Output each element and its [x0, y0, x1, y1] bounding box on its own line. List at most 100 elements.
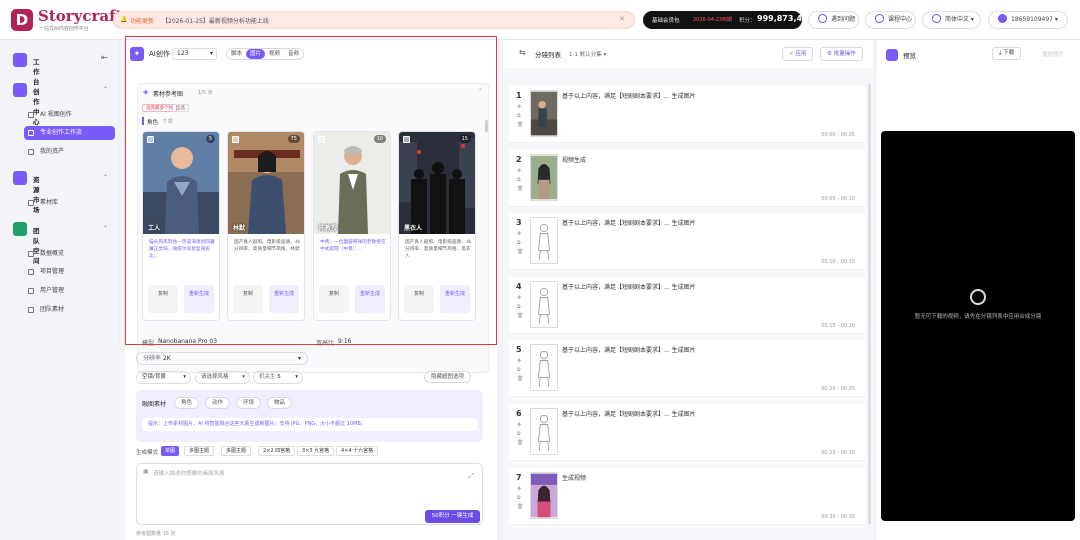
list-icon: ⇆ — [519, 48, 526, 57]
shot-time: 00:10 - 00:15 — [821, 259, 855, 265]
chevron-up-icon[interactable]: ⌃ — [103, 174, 108, 181]
brand-name: Storycraft — [38, 7, 123, 25]
resolution-select[interactable]: 分辨率 2K ▾ — [136, 352, 308, 365]
hide-options-button[interactable]: 隐藏超图选项 — [424, 371, 472, 383]
episode-select[interactable]: 1-1 默认分集 ▾ — [569, 50, 606, 58]
plan-expiry: 2026-04-23到期 — [693, 17, 733, 23]
mode-4x4[interactable]: 4×4 十六宫格 — [336, 446, 379, 456]
sidebar-item-project-mgmt[interactable]: 项目管理 — [24, 265, 115, 279]
points-label: 积分： — [739, 18, 756, 24]
shot-text: 基于以上内容，满足【短剧剧本要求】... 生成图片 — [562, 347, 696, 354]
chevron-up-icon[interactable]: ⌃ — [103, 86, 108, 93]
top-bar: D Storycraft 一站式AI内容创作平台 🔔 功能更新 【2026-01… — [0, 0, 1080, 40]
user-icon — [28, 288, 34, 294]
fusion-tag-object[interactable]: 物品 — [267, 397, 293, 409]
shot-time: 00:05 - 00:10 — [821, 196, 855, 202]
row-controls[interactable]: ✥ ⧉ 🗑 — [517, 357, 523, 384]
prompt-box[interactable]: ▣ 请输入描述你想要的画面风格 ⤢ 50积分 一键生成 — [136, 463, 483, 525]
style-select[interactable]: 请选择风格 ▾ — [195, 371, 250, 384]
fusion-label: 融图素材 — [142, 401, 167, 408]
apply-button[interactable]: ✓ 应用 — [782, 47, 814, 61]
row-controls[interactable]: ✥ ⧉ 🗑 — [517, 230, 523, 257]
row-controls[interactable]: ✥ ⧉ 🗑 — [517, 421, 523, 448]
fusion-tag-env[interactable]: 环境 — [236, 397, 262, 409]
plan-badge[interactable]: 基础会员包 2026-04-23到期 积分： 999,873,443 — [643, 11, 813, 29]
prompt-placeholder: 请输入描述你想要的画面风格 — [153, 471, 225, 477]
scrollbar[interactable] — [868, 84, 871, 524]
help-button[interactable]: 遇到问题 — [808, 11, 859, 29]
mode-2x2[interactable]: 2×2 四宫格 — [258, 446, 296, 456]
collapse-icon[interactable]: ⇤ — [101, 53, 108, 62]
mode-multi-2[interactable]: 多图主题 — [221, 446, 252, 456]
storyboard-row[interactable]: 4 ✥ ⧉ 🗑 基于以上内容，满足【短剧剧本要求】... 生成图片 00:15 - … — [509, 277, 865, 334]
chevron-up-icon[interactable]: ⌃ — [103, 225, 108, 232]
flow-icon — [28, 130, 34, 136]
sidebar-item-ai-creation[interactable]: AI 视图创作 — [24, 108, 115, 122]
shot-text: 基于以上内容，满足【短剧剧本要求】... 生成图片 — [562, 220, 696, 227]
storyboard-row[interactable]: 7 ✥ ⧉ 🗑 生成视频 00:30 - 00:35 — [509, 468, 865, 525]
shot-time: 00:00 - 00:05 — [821, 132, 855, 138]
sidebar-item-data-overview[interactable]: 数据概览 — [24, 247, 115, 261]
expand-icon[interactable]: ⤢ — [468, 472, 474, 481]
bell-icon: 🔔 — [120, 16, 128, 23]
model-value[interactable]: Nanobanana Pro 03 — [158, 338, 217, 345]
row-controls[interactable]: ✥ ⧉ 🗑 — [517, 294, 523, 321]
ref-note: 参考图数量 16 张 — [136, 531, 176, 537]
video-off-icon — [970, 289, 986, 305]
batch-button[interactable]: ⚙ 批量操作 — [820, 47, 863, 61]
course-button[interactable]: 课程中心 — [865, 11, 916, 29]
video-player[interactable]: 暂无可下载的视频，请先在分镜列表中应用合成分镜 — [881, 131, 1075, 521]
download-button[interactable]: ⤓ 下载 — [992, 47, 1022, 60]
pose-select[interactable]: 机关生 5 ▾ — [253, 371, 303, 384]
sidebar-item-user-mgmt[interactable]: 用户管理 — [24, 284, 115, 298]
logo[interactable]: D — [11, 9, 33, 31]
sidebar-item-material-lib[interactable]: 素材库 — [24, 196, 115, 210]
preview-empty-text: 暂无可下载的视频，请先在分镜列表中应用合成分镜 — [914, 314, 1042, 320]
preview-title: 预览 — [903, 52, 916, 60]
mode-multi-1[interactable]: 多图主题 — [184, 446, 215, 456]
avatar — [998, 14, 1007, 23]
user-menu[interactable]: 18659109497 ▾ — [988, 11, 1068, 29]
row-controls[interactable]: ✥ ⧉ 🗑 — [517, 485, 523, 512]
market-icon — [13, 171, 27, 185]
fusion-tag-action[interactable]: 动作 — [205, 397, 231, 409]
image-icon — [28, 112, 34, 118]
sidebar-item-my-assets[interactable]: 我的资产 — [24, 145, 115, 159]
image-add-icon[interactable]: ▣ — [143, 468, 149, 475]
shot-thumbnail — [530, 154, 558, 201]
sidebar-item-pro-flow[interactable]: 专业创作工作流 — [24, 126, 115, 140]
shot-thumbnail — [530, 344, 558, 391]
brand-subtitle: 一站式AI内容创作平台 — [39, 26, 89, 32]
scene-select[interactable]: 空镜/背景 ▾ — [136, 371, 191, 384]
mode-single[interactable]: 单图 — [161, 446, 180, 456]
shot-thumbnail — [530, 472, 558, 519]
mode-3x3[interactable]: 3×3 九宫格 — [297, 446, 335, 456]
notice-text[interactable]: 【2026-01-25】最新视频分析功能上线 — [162, 16, 269, 25]
row-controls[interactable]: ✥ ⧉ 🗑 — [517, 103, 523, 130]
generate-button[interactable]: 50积分 一键生成 — [425, 510, 480, 523]
storyboard-row[interactable]: 1 ✥ ⧉ 🗑 基于以上内容，满足【短剧剧本要求】... 生成图片 00:00 - … — [509, 86, 865, 143]
book-icon — [875, 14, 884, 23]
shot-text: 视频生成 — [562, 157, 587, 164]
storyboard-row[interactable]: 2 ✥ ⧉ 🗑 视频生成 00:05 - 00:10 — [509, 150, 865, 207]
chart-icon — [28, 251, 34, 257]
ratio-value[interactable]: 9:16 — [338, 338, 351, 345]
language-select[interactable]: 简体中文 ▾ — [922, 11, 981, 29]
row-controls[interactable]: ✥ ⧉ 🗑 — [517, 167, 523, 194]
notice-banner[interactable]: 🔔 功能更新 【2026-01-25】最新视频分析功能上线 ✕ — [113, 11, 635, 29]
tip-text: 提示：上传素材图片，AI 将智能融合这些元素生成新图片。支持 JPG、PNG，大… — [142, 418, 477, 431]
fusion-tag-role[interactable]: 角色 — [174, 397, 200, 409]
shot-text: 基于以上内容，满足【短剧剧本要求】... 生成图片 — [562, 93, 696, 100]
storyboard-row[interactable]: 6 ✥ ⧉ 🗑 基于以上内容，满足【短剧剧本要求】... 生成图片 00:25 - … — [509, 404, 865, 461]
storyboard-row[interactable]: 5 ✥ ⧉ 🗑 基于以上内容，满足【短剧剧本要求】... 生成图片 00:20 - … — [509, 340, 865, 397]
close-icon[interactable]: ✕ — [619, 15, 625, 23]
shot-time: 00:25 - 00:30 — [821, 450, 855, 456]
sidebar-item-team-material[interactable]: 团队素材 — [24, 303, 115, 317]
shot-time: 00:15 - 00:20 — [821, 323, 855, 329]
notice-tag: 功能更新 — [130, 18, 155, 25]
player-extra: 播放器件 — [1042, 52, 1065, 58]
box-icon — [28, 307, 34, 313]
highlight-box — [125, 36, 497, 345]
storyboard-row[interactable]: 3 ✥ ⧉ 🗑 基于以上内容，满足【短剧剧本要求】... 生成图片 00:10 - … — [509, 213, 865, 270]
star-icon — [28, 149, 34, 155]
